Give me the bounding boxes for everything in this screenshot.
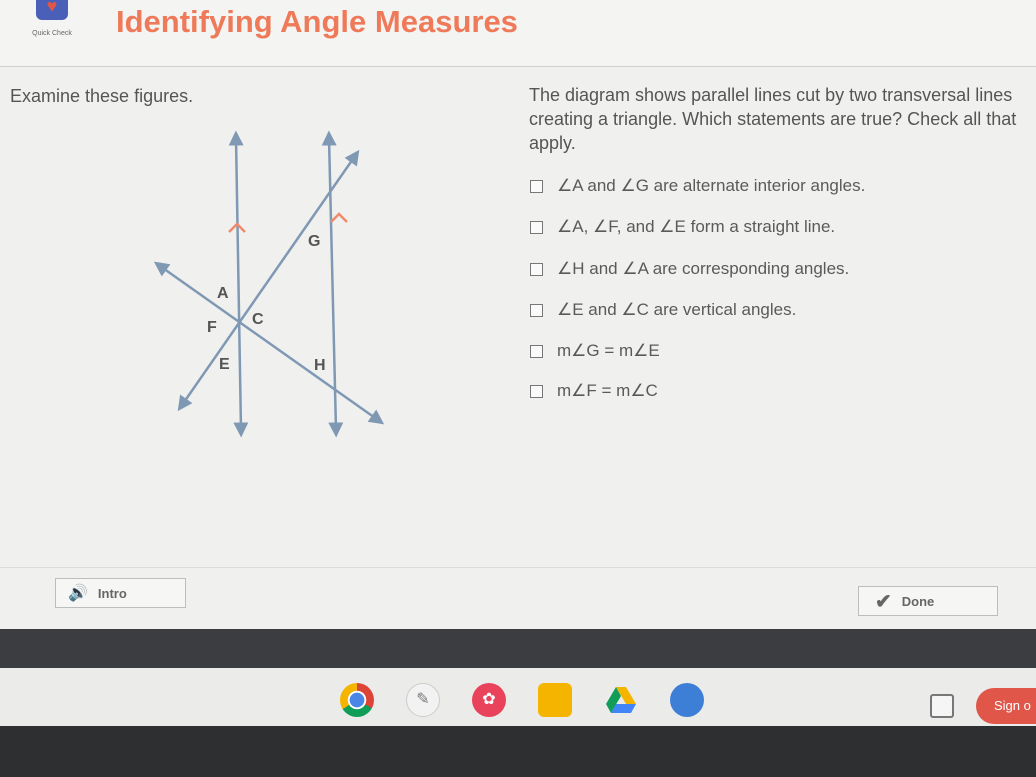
screen-capture-icon[interactable]	[930, 694, 954, 718]
chrome-icon[interactable]	[340, 683, 374, 717]
parallel-line-1	[228, 130, 249, 438]
checkbox[interactable]	[530, 220, 543, 234]
option-label: m∠F = m∠C	[557, 381, 658, 400]
option-3[interactable]: ∠H and ∠A are corresponding angles.	[530, 259, 849, 279]
label-e: E	[219, 356, 230, 373]
speaker-icon: 🔊	[68, 585, 88, 602]
device-bezel	[0, 726, 1036, 777]
transversal-line-1	[177, 149, 360, 412]
parallel-lines-diagram: A F C E G H	[153, 130, 385, 438]
option-4[interactable]: ∠E and ∠C are vertical angles.	[530, 300, 796, 320]
checkmark-icon: ✔	[875, 590, 892, 613]
label-c: C	[252, 311, 264, 328]
question-text: The diagram shows parallel lines cut by …	[529, 85, 1017, 153]
app-window: ♥ Quick Check Identifying Angle Measures…	[0, 0, 1036, 629]
slides-icon[interactable]	[538, 683, 572, 717]
done-button[interactable]: ✔ Done	[858, 586, 998, 616]
pen-icon[interactable]: ✎	[406, 683, 440, 717]
done-label: Done	[901, 593, 935, 609]
intro-label: Intro	[97, 585, 127, 601]
label-a: A	[217, 285, 229, 302]
sign-in-button[interactable]: Sign o	[976, 688, 1036, 724]
checkbox[interactable]	[530, 262, 543, 276]
option-2[interactable]: ∠A, ∠F, and ∠E form a straight line.	[530, 217, 835, 237]
option-label: ∠A and ∠G are alternate interior angles.	[557, 176, 866, 195]
drive-icon[interactable]	[604, 683, 638, 717]
option-5[interactable]: m∠G = m∠E	[530, 341, 660, 361]
option-6[interactable]: m∠F = m∠C	[530, 381, 658, 401]
checkbox[interactable]	[530, 179, 543, 193]
option-label: ∠H and ∠A are corresponding angles.	[557, 259, 850, 278]
option-label: m∠G = m∠E	[557, 341, 660, 360]
card-icon[interactable]	[670, 683, 704, 717]
option-label: ∠E and ∠C are vertical angles.	[557, 300, 797, 319]
parallel-mark-2	[330, 212, 348, 223]
palette-icon[interactable]: ✿	[472, 683, 506, 717]
checkbox[interactable]	[530, 384, 543, 398]
transversal-line-2	[153, 261, 385, 425]
label-g: G	[308, 233, 320, 250]
intro-button[interactable]: 🔊 Intro	[55, 578, 186, 608]
label-f: F	[207, 319, 217, 336]
checkbox[interactable]	[530, 344, 543, 358]
option-1[interactable]: ∠A and ∠G are alternate interior angles.	[530, 176, 865, 196]
os-shelf	[0, 668, 1036, 726]
checkbox[interactable]	[530, 303, 543, 317]
label-h: H	[314, 357, 326, 374]
option-label: ∠A, ∠F, and ∠E form a straight line.	[557, 217, 836, 236]
